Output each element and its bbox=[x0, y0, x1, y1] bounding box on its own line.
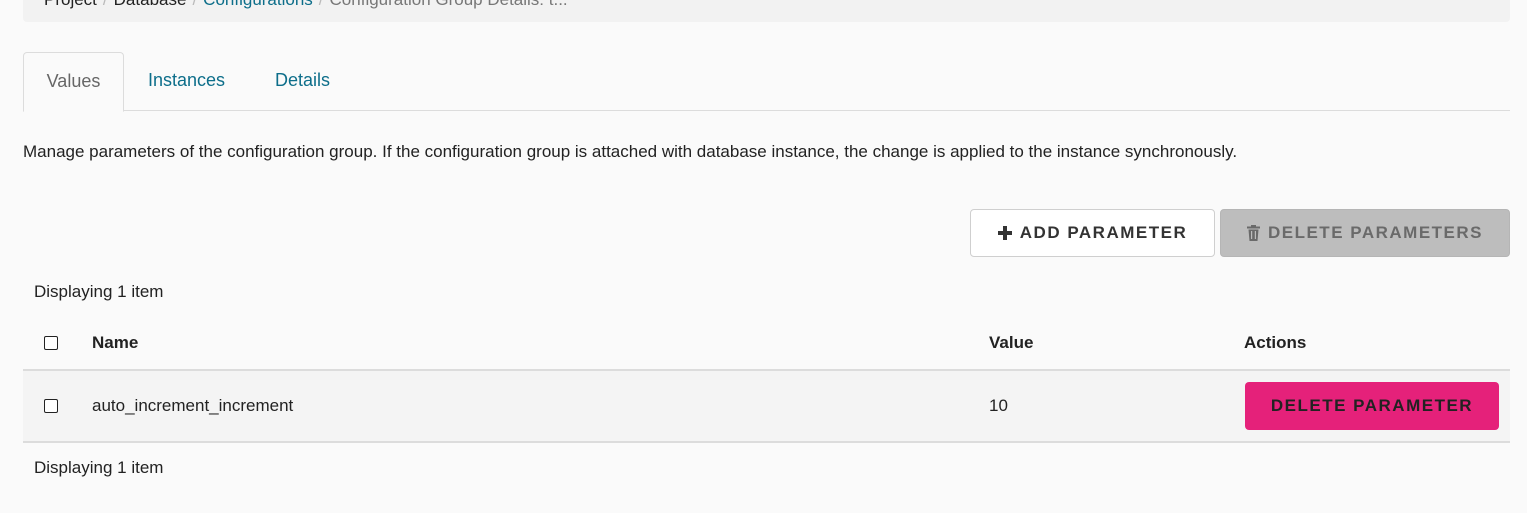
breadcrumb-item-database[interactable]: Database bbox=[114, 0, 187, 9]
page-description: Manage parameters of the configuration g… bbox=[23, 142, 1238, 161]
table-header-row: Name Value Actions bbox=[23, 316, 1510, 371]
breadcrumb-item-project[interactable]: Project bbox=[44, 0, 97, 9]
plus-icon bbox=[997, 226, 1012, 240]
column-header-name[interactable]: Name bbox=[92, 316, 138, 369]
row-select-cell bbox=[44, 371, 58, 441]
item-count-top: Displaying 1 item bbox=[34, 282, 164, 301]
add-parameter-button[interactable]: ADD PARAMETER bbox=[970, 209, 1215, 257]
parameters-table: Name Value Actions auto_increment_increm… bbox=[23, 316, 1510, 443]
delete-parameter-button[interactable]: DELETE PARAMETER bbox=[1245, 382, 1499, 430]
select-all-checkbox[interactable] bbox=[44, 335, 58, 350]
tab-details[interactable]: Details bbox=[275, 52, 330, 111]
delete-parameters-label: DELETE PARAMETERS bbox=[1267, 223, 1484, 242]
trash-icon bbox=[1246, 225, 1260, 241]
breadcrumb: Project / Database / Configurations / Configur… bbox=[23, 0, 1510, 22]
tab-bar: Values Instances Details bbox=[23, 52, 1510, 112]
row-checkbox[interactable] bbox=[44, 399, 58, 413]
add-parameter-label: ADD PARAMETER bbox=[1019, 223, 1188, 242]
select-all-cell bbox=[44, 316, 58, 369]
breadcrumb-separator: / bbox=[103, 0, 108, 9]
breadcrumb-separator: / bbox=[319, 0, 324, 9]
column-header-actions: Actions bbox=[1244, 332, 1307, 352]
column-header-value[interactable]: Value bbox=[989, 316, 1033, 369]
delete-parameters-button[interactable]: DELETE PARAMETERS bbox=[1220, 209, 1510, 257]
item-count-bottom: Displaying 1 item bbox=[34, 458, 164, 477]
parameter-value: 10 bbox=[989, 396, 1008, 415]
breadcrumb-separator: / bbox=[192, 0, 197, 9]
tab-instances[interactable]: Instances bbox=[148, 52, 225, 111]
table-row: auto_increment_increment 10 DELETE PARAM… bbox=[23, 371, 1510, 443]
breadcrumb-item-configurations[interactable]: Configurations bbox=[203, 0, 313, 9]
tab-values[interactable]: Values bbox=[23, 52, 124, 112]
parameter-name: auto_increment_increment bbox=[92, 396, 294, 415]
breadcrumb-item-current: Configuration Group Details: t... bbox=[330, 0, 568, 9]
